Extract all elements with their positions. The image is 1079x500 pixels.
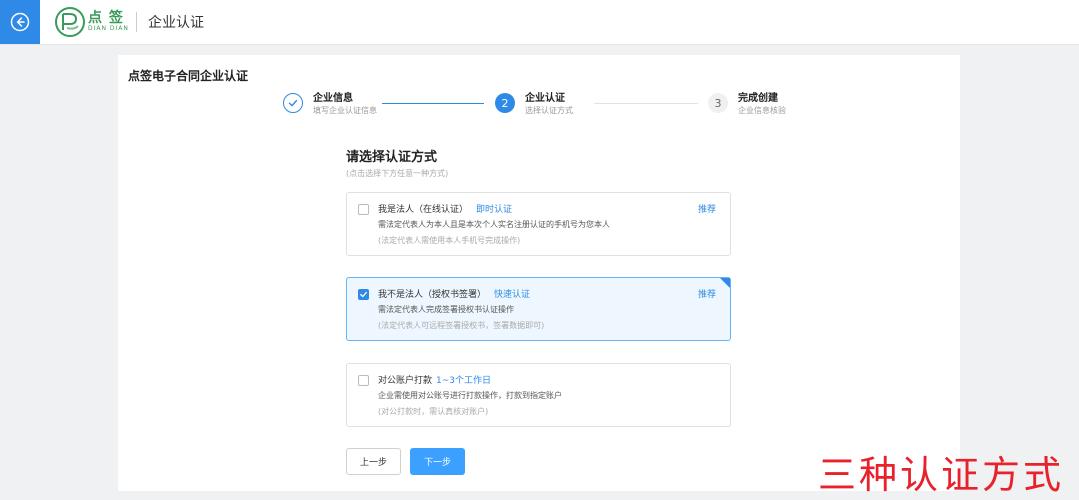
option-authorization[interactable]: 我不是法人（授权书签署） 快速认证 推荐 需法定代表人完成签署授权书认证操作 (法…: [346, 277, 731, 341]
divider: [136, 12, 137, 32]
check-icon: [288, 99, 298, 107]
option-description: 需法定代表人完成签署授权书认证操作: [378, 305, 514, 314]
step-number: 2: [495, 93, 515, 113]
step-done-circle: [283, 93, 303, 113]
option-description: 企业需使用对公账号进行打款操作，打款到指定账户: [378, 391, 562, 400]
option-note: (对公打款时，需认真核对账户): [378, 407, 489, 416]
next-step-button[interactable]: 下一步: [410, 448, 465, 475]
option-note: (法定代表人需使用本人手机号完成操作): [378, 236, 521, 245]
section-title: 请选择认证方式: [346, 150, 438, 165]
step-title: 企业信息: [313, 93, 353, 104]
step-connector: [594, 103, 698, 104]
step-subtitle: 填写企业认证信息: [313, 106, 377, 115]
option-label: 我不是法人（授权书签署）: [378, 290, 487, 300]
checkbox[interactable]: [358, 204, 369, 215]
page-title: 点签电子合同企业认证: [128, 69, 249, 83]
step-3: 3 完成创建 企业信息核验: [708, 93, 786, 117]
option-label: 对公账户打款: [378, 376, 433, 386]
check-icon: [360, 291, 367, 298]
section-subtitle: (点击选择下方任意一种方式): [346, 169, 449, 178]
recommend-badge: 推荐: [697, 205, 716, 215]
brand-logo-icon: [55, 7, 85, 37]
step-title: 企业认证: [525, 93, 565, 104]
main-card: 点签电子合同企业认证 企业信息 填写企业认证信息 2 企业认证 选择认证方式 3…: [118, 55, 960, 491]
selected-corner-marker: [720, 278, 730, 288]
top-bar: 点 签 DIAN DIAN 企业认证: [0, 0, 1079, 45]
option-label: 我是法人（在线认证）: [378, 205, 469, 215]
option-tag: 快速认证: [494, 290, 531, 300]
prev-step-button[interactable]: 上一步: [346, 448, 401, 475]
back-button[interactable]: [0, 0, 40, 44]
option-tag: 即时认证: [476, 205, 513, 215]
back-arrow-icon: [10, 12, 30, 32]
step-number: 3: [708, 93, 728, 113]
header-title: 企业认证: [148, 15, 204, 31]
option-note: (法定代表人可远程签署授权书，签署数据即可): [378, 321, 545, 330]
option-description: 需法定代表人为本人且是本次个人实名注册认证的手机号为您本人: [378, 220, 610, 229]
option-legal-rep[interactable]: 我是法人（在线认证） 即时认证 推荐 需法定代表人为本人且是本次个人实名注册认证的…: [346, 192, 731, 256]
step-1: 企业信息 填写企业认证信息: [283, 93, 377, 117]
step-subtitle: 企业信息核验: [738, 106, 786, 115]
logo-wordmark: 点 签: [88, 10, 124, 26]
checkbox[interactable]: [358, 375, 369, 386]
step-subtitle: 选择认证方式: [525, 106, 573, 115]
checkbox-checked[interactable]: [358, 289, 369, 300]
step-2: 2 企业认证 选择认证方式: [495, 93, 573, 117]
step-title: 完成创建: [738, 93, 778, 104]
option-bank-transfer[interactable]: 对公账户打款 1~3个工作日 企业需使用对公账号进行打款操作，打款到指定账户 (对…: [346, 363, 731, 427]
overlay-caption: 三种认证方式: [818, 453, 1065, 497]
recommend-badge: 推荐: [697, 290, 716, 300]
logo-subtitle: DIAN DIAN: [88, 25, 129, 32]
step-connector: [382, 103, 484, 104]
option-tag: 1~3个工作日: [436, 376, 492, 386]
